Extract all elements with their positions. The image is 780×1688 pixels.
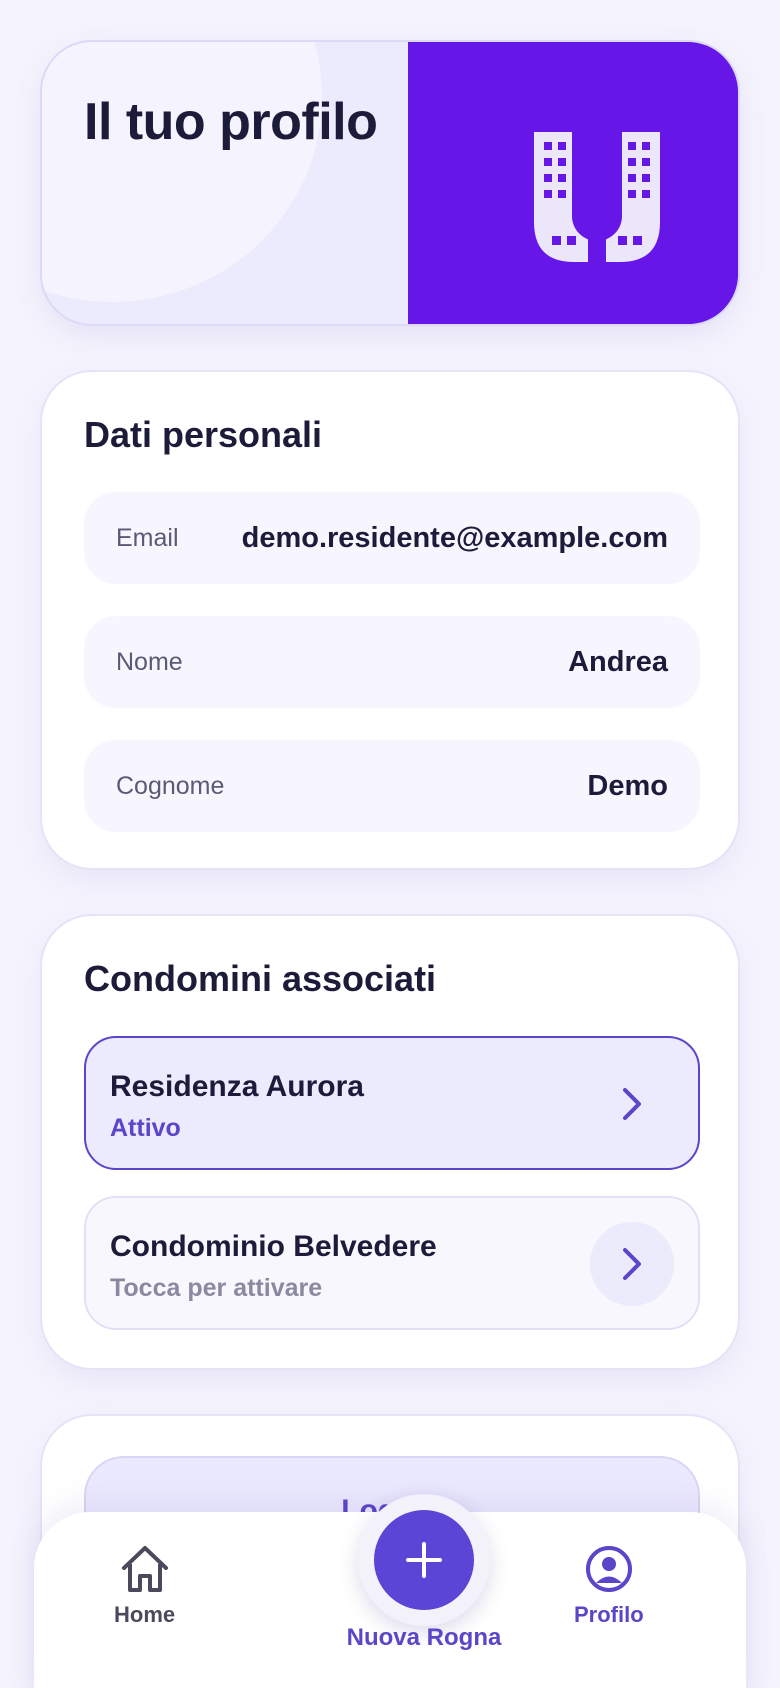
condo-name: Residenza Aurora bbox=[110, 1070, 364, 1103]
plus-icon bbox=[406, 1542, 442, 1578]
email-row: Email demo.residente@example.com bbox=[84, 492, 700, 584]
profile-hero: Il tuo profilo bbox=[40, 40, 740, 326]
condo-item-residenza-aurora[interactable]: Residenza Aurora Attivo bbox=[84, 1036, 700, 1170]
condo-status: Attivo bbox=[110, 1114, 181, 1142]
bottom-navigation: Home Nuova Rogna Profilo bbox=[34, 1494, 746, 1688]
surname-label: Cognome bbox=[116, 771, 225, 800]
nav-home-label: Home bbox=[114, 1602, 176, 1627]
home-icon bbox=[121, 1546, 168, 1592]
personal-data-card: Dati personali Email demo.residente@exam… bbox=[40, 370, 740, 870]
name-row: Nome Andrea bbox=[84, 616, 700, 708]
personal-data-title: Dati personali bbox=[84, 414, 323, 455]
nav-profile[interactable]: Profilo bbox=[574, 1542, 644, 1628]
nav-home[interactable]: Home bbox=[114, 1542, 175, 1628]
associated-condos-card: Condomini associati Residenza Aurora Att… bbox=[40, 914, 740, 1370]
condos-title: Condomini associati bbox=[84, 958, 437, 999]
chevron-right-icon bbox=[590, 1222, 674, 1306]
email-value: demo.residente@example.com bbox=[241, 521, 668, 554]
condo-status: Tocca per attivare bbox=[110, 1274, 323, 1302]
condo-name: Condominio Belvedere bbox=[110, 1230, 437, 1263]
hero-decoration bbox=[42, 42, 322, 302]
page-title: Il tuo profilo bbox=[84, 93, 378, 151]
name-value: Andrea bbox=[568, 645, 668, 678]
name-label: Nome bbox=[116, 647, 183, 676]
chevron-right-icon bbox=[590, 1062, 674, 1146]
email-label: Email bbox=[116, 523, 179, 552]
new-report-label[interactable]: Nuova Rogna bbox=[264, 1624, 584, 1652]
user-circle-icon bbox=[585, 1546, 632, 1592]
surname-row: Cognome Demo bbox=[84, 740, 700, 832]
nav-profile-label: Profilo bbox=[574, 1602, 644, 1627]
new-report-button[interactable] bbox=[374, 1510, 474, 1610]
building-logo-icon bbox=[534, 132, 660, 262]
condo-item-condominio-belvedere[interactable]: Condominio Belvedere Tocca per attivare bbox=[84, 1196, 700, 1330]
surname-value: Demo bbox=[587, 769, 668, 802]
